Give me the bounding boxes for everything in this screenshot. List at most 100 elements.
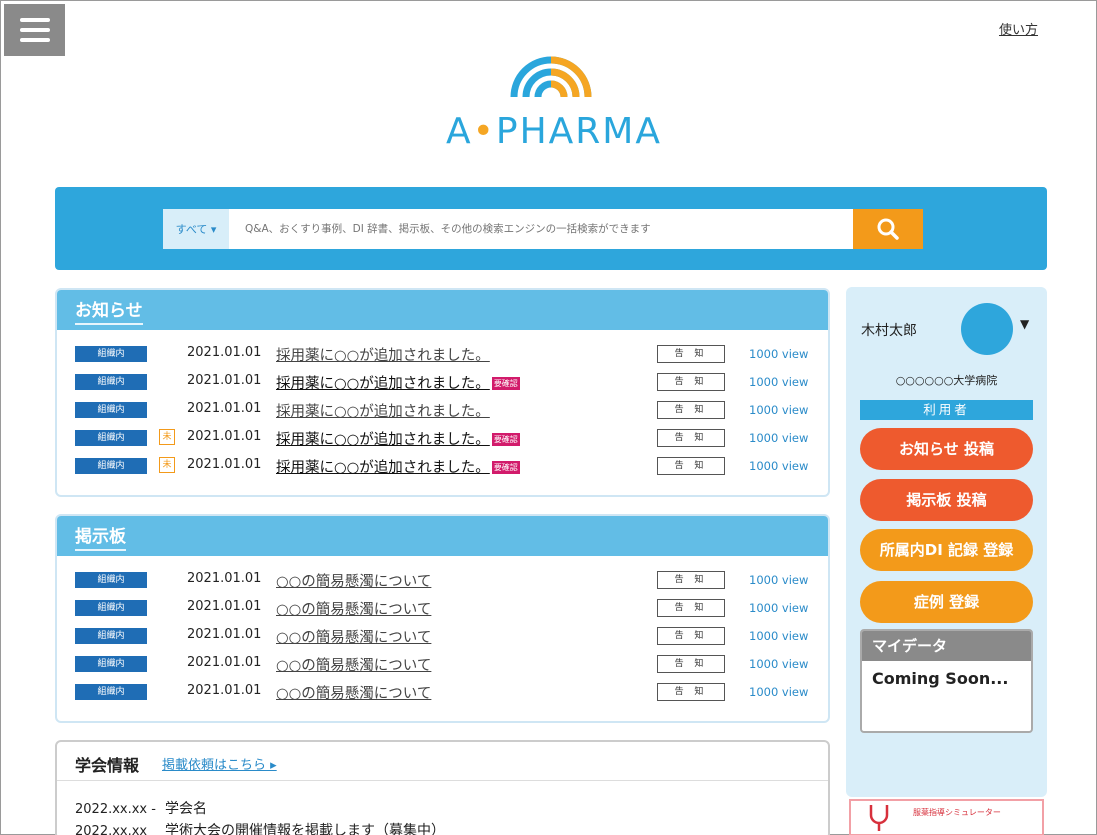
list-item[interactable]: 組織内 2021.01.01 ○○の簡易懸濁について 告 知 1000 view [57,594,828,622]
item-title-link[interactable]: ○○の簡易懸濁について [276,626,431,647]
conference-item[interactable]: 2022.xx.xx 学術大会の開催情報を掲載します（募集中） [75,820,445,835]
view-count: 1000 view [749,347,809,361]
avatar[interactable] [961,303,1013,355]
register-case-button[interactable]: 症例 登録 [860,581,1033,623]
item-title-link[interactable]: 採用薬に○○が追加されました。 要確認 [276,456,520,477]
notices-header: お知らせ [57,290,828,330]
list-item[interactable]: 組織内未 2021.01.01 採用薬に○○が追加されました。 要確認 告 知 1000 … [57,424,828,452]
view-count: 1000 view [749,629,809,643]
conference-date: 2022.xx.xx - [75,802,156,817]
scope-badge: 組織内 [75,684,147,700]
list-item[interactable]: 組織内 2021.01.01 採用薬に○○が追加されました。 告 知 1000 view [57,340,828,368]
item-date: 2021.01.01 [187,345,262,360]
post-board-button[interactable]: 掲示板 投稿 [860,479,1033,521]
item-date: 2021.01.01 [187,599,262,614]
item-title-link[interactable]: 採用薬に○○が追加されました。 [276,400,490,421]
scope-badge: 組織内 [75,374,147,390]
mydata-body: Coming Soon... [872,669,1009,688]
role-label: 利用者 [860,400,1033,420]
notices-panel: お知らせ 組織内 2021.01.01 採用薬に○○が追加されました。告 知 1000… [55,288,830,497]
list-item[interactable]: 組織内 2021.01.01 採用薬に○○が追加されました。 要確認 告 知 1000 v… [57,368,828,396]
list-item[interactable]: 組織内 2021.01.01 ○○の簡易懸濁について 告 知 1000 view [57,622,828,650]
hamburger-menu-button[interactable] [4,4,65,56]
item-title-link[interactable]: ○○の簡易懸濁について [276,654,431,675]
user-sidebar: 木村太郎 ▼ ○○○○○○大学病院 利用者 お知らせ 投稿 掲示板 投稿 所属内… [846,287,1047,797]
conference-item[interactable]: 2022.xx.xx - 学会名 [75,798,207,818]
type-label: 告 知 [657,457,725,475]
view-count: 1000 view [749,601,809,615]
item-title-link[interactable]: ○○の簡易懸濁について [276,682,431,703]
search-band: すべて ▾ [55,187,1047,270]
notices-title: お知らせ [75,296,143,325]
view-count: 1000 view [749,685,809,699]
scope-badge: 組織内 [75,346,147,362]
item-date: 2021.01.01 [187,429,262,444]
signal-arcs-icon [510,56,592,98]
item-date: 2021.01.01 [187,571,262,586]
search-input[interactable] [229,209,853,249]
item-title-link[interactable]: 採用薬に○○が追加されました。 [276,344,490,365]
logo-text: A•PHARMA [446,111,662,152]
list-item[interactable]: 組織内 2021.01.01 ○○の簡易懸濁について 告 知 1000 view [57,678,828,706]
item-date: 2021.01.01 [187,401,262,416]
divider [57,780,828,781]
conference-text: 学術大会の開催情報を掲載します（募集中） [165,823,445,835]
mydata-title: マイデータ [862,631,1031,661]
type-label: 告 知 [657,627,725,645]
conference-date: 2022.xx.xx [75,824,148,835]
menu-icon-bar [19,28,50,32]
attention-tag: 要確認 [491,433,520,446]
list-item[interactable]: 組織内 2021.01.01 ○○の簡易懸濁について 告 知 1000 view [57,566,828,594]
board-header: 掲示板 [57,516,828,556]
view-count: 1000 view [749,431,809,445]
menu-icon-bar [19,38,50,42]
unread-mark: 未 [159,429,175,445]
help-link[interactable]: 使い方 [999,19,1038,38]
scope-badge: 組織内 [75,600,147,616]
notices-list: 組織内 2021.01.01 採用薬に○○が追加されました。告 知 1000 view… [57,330,828,480]
view-count: 1000 view [749,657,809,671]
board-panel: 掲示板 組織内 2021.01.01 ○○の簡易懸濁について告 知 1000 view… [55,514,830,723]
item-title-link[interactable]: 採用薬に○○が追加されました。 要確認 [276,428,520,449]
caret-down-icon[interactable]: ▼ [1020,317,1029,331]
scope-badge: 組織内 [75,628,147,644]
stethoscope-icon [869,805,889,831]
item-date: 2021.01.01 [187,627,262,642]
type-label: 告 知 [657,655,725,673]
item-date: 2021.01.01 [187,457,262,472]
item-date: 2021.01.01 [187,373,262,388]
banner-text: 服薬指導シミュレーター [913,808,1001,817]
list-item[interactable]: 組織内 2021.01.01 採用薬に○○が追加されました。 告 知 1000 view [57,396,828,424]
scope-badge: 組織内 [75,458,147,474]
post-notice-button[interactable]: お知らせ 投稿 [860,428,1033,470]
item-title-link[interactable]: ○○の簡易懸濁について [276,570,431,591]
list-item[interactable]: 組織内未 2021.01.01 採用薬に○○が追加されました。 要確認 告 知 1000 … [57,452,828,480]
search-icon [877,218,899,240]
attention-tag: 要確認 [491,377,520,390]
item-date: 2021.01.01 [187,683,262,698]
view-count: 1000 view [749,403,809,417]
search-scope-dropdown[interactable]: すべて ▾ [163,209,229,249]
scope-badge: 組織内 [75,430,147,446]
simulator-banner[interactable]: 服薬指導シミュレーター [849,799,1044,835]
item-title-link[interactable]: ○○の簡易懸濁について [276,598,431,619]
user-name: 木村太郎 [861,323,917,339]
view-count: 1000 view [749,375,809,389]
item-title-link[interactable]: 採用薬に○○が追加されました。 要確認 [276,372,520,393]
item-date: 2021.01.01 [187,655,262,670]
type-label: 告 知 [657,373,725,391]
mydata-card: マイデータ Coming Soon... [860,629,1033,733]
list-item[interactable]: 組織内 2021.01.01 ○○の簡易懸濁について 告 知 1000 view [57,650,828,678]
board-list: 組織内 2021.01.01 ○○の簡易懸濁について告 知 1000 view 組織内 2… [57,556,828,706]
conference-request-link[interactable]: 掲載依頼はこちら ▸ [162,754,277,773]
scope-badge: 組織内 [75,656,147,672]
register-di-record-button[interactable]: 所属内DI 記録 登録 [860,529,1033,571]
attention-tag: 要確認 [491,461,520,474]
organization-name: ○○○○○○大学病院 [895,374,998,387]
scope-badge: 組織内 [75,402,147,418]
view-count: 1000 view [749,573,809,587]
menu-icon-bar [19,18,50,22]
scope-badge: 組織内 [75,572,147,588]
conference-text: 学会名 [165,801,207,817]
search-button[interactable] [853,209,923,249]
